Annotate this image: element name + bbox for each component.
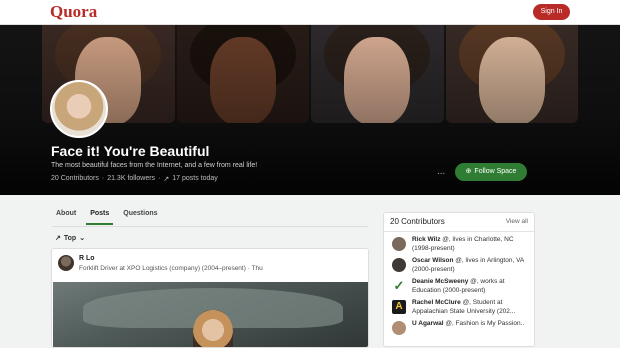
sort-label: Top — [63, 234, 77, 242]
space-title: Face it! You're Beautiful — [51, 143, 210, 159]
panel-title: 20 Contributors — [390, 217, 445, 226]
followers-count[interactable]: 21.3K followers — [107, 175, 155, 183]
contributors-count[interactable]: 20 Contributors — [51, 175, 99, 183]
app-state-logo-icon: A — [392, 300, 406, 314]
contributors-panel: 20 Contributors View all Rick Wilz @, li… — [383, 212, 535, 347]
quora-logo[interactable]: Quora — [50, 2, 97, 22]
avatar — [392, 321, 406, 335]
posts-today: 17 posts today — [172, 175, 218, 182]
space-hero: Face it! You're Beautiful The most beaut… — [0, 25, 620, 195]
contributor-item[interactable]: Rick Wilz @, lives in Charlotte, NC (199… — [392, 235, 534, 255]
view-all-link[interactable]: View all — [506, 218, 528, 225]
author-credential: Forklift Driver at XPO Logistics (compan… — [79, 265, 263, 272]
stats-icon: ↗ — [163, 176, 170, 183]
contributor-item[interactable]: ✓ Deanie McSweeny @, works at Education … — [392, 277, 534, 297]
follow-space-button[interactable]: ⊕ Follow Space — [455, 163, 527, 181]
sign-in-button[interactable]: Sign In — [533, 4, 570, 20]
more-options-icon[interactable]: ... — [437, 166, 445, 177]
author-name[interactable]: R Lo — [79, 255, 95, 262]
tab-questions[interactable]: Questions — [119, 210, 161, 225]
tab-about[interactable]: About — [52, 210, 80, 225]
follow-icon: ⊕ — [465, 168, 472, 175]
contributor-item[interactable]: U Agarwal @, Fashion is My Passion.. — [392, 319, 534, 339]
post-card: R Lo Forklift Driver at XPO Logistics (c… — [51, 248, 369, 348]
space-description: The most beautiful faces from the Intern… — [51, 162, 258, 169]
author-avatar[interactable] — [58, 255, 74, 271]
contributor-item[interactable]: A Rachel McClure @, Student at Appalachi… — [392, 298, 534, 318]
space-avatar — [50, 80, 108, 138]
avatar — [392, 237, 406, 251]
checkmark-icon: ✓ — [392, 278, 406, 293]
top-bar: Quora Sign In — [0, 0, 620, 25]
space-tabs: About Posts Questions — [52, 210, 168, 225]
space-stats: 20 Contributors · 21.3K followers · ↗ 17… — [51, 175, 218, 183]
tabs-divider — [52, 226, 368, 227]
tab-posts[interactable]: Posts — [86, 210, 114, 225]
contributor-item[interactable]: Oscar Wilson @, lives in Arlington, VA (… — [392, 256, 534, 276]
post-image[interactable] — [53, 282, 368, 347]
chevron-down-icon: ⌄ — [79, 235, 86, 242]
sort-dropdown[interactable]: ↗ Top ⌄ — [55, 234, 86, 243]
avatar — [392, 258, 406, 272]
trending-icon: ↗ — [55, 235, 61, 242]
